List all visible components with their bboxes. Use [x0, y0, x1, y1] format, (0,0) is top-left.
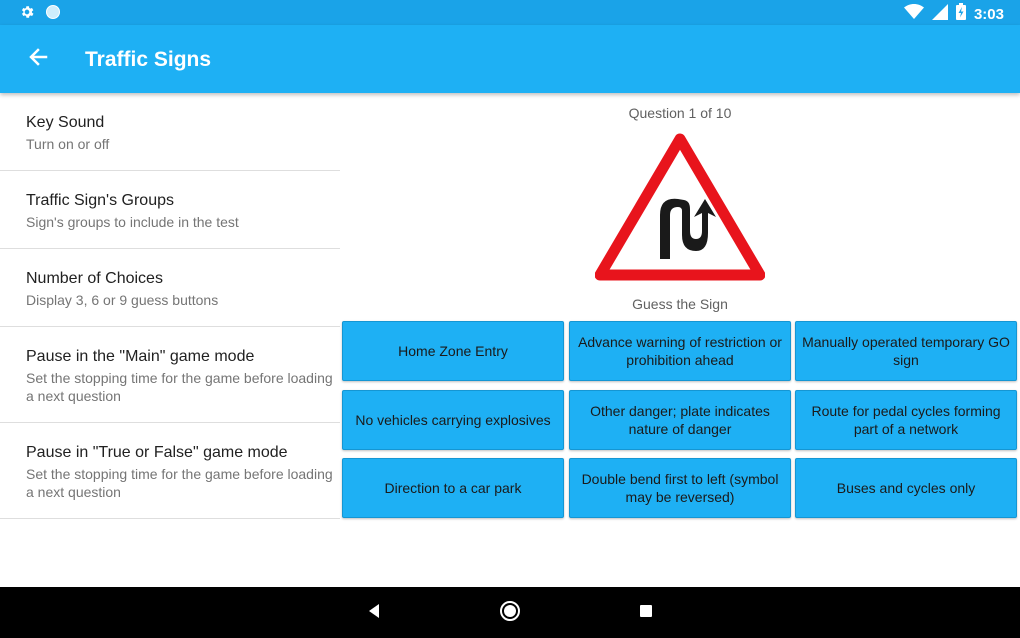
setting-title: Number of Choices	[26, 270, 163, 287]
app-title: Traffic Signs	[85, 48, 212, 71]
setting-title: Traffic Sign's Groups	[26, 192, 174, 209]
choice-button[interactable]: Home Zone Entry	[342, 321, 564, 381]
arrow-back-icon	[28, 47, 48, 72]
setting-summary: Set the stopping time for the game befor…	[26, 370, 333, 404]
wifi-icon	[903, 3, 924, 25]
choice-button[interactable]: Advance warning of restriction or prohib…	[569, 321, 791, 381]
choice-button[interactable]: Direction to a car park	[342, 458, 564, 518]
choice-button[interactable]: Other danger; plate indicates nature of …	[569, 390, 791, 450]
setting-summary: Sign's groups to include in the test	[26, 214, 239, 230]
nav-recents-button[interactable]	[634, 601, 658, 625]
choice-button[interactable]: Buses and cycles only	[795, 458, 1017, 518]
question-counter: Question 1 of 10	[628, 105, 732, 121]
status-right: 3:03	[903, 3, 1004, 25]
choice-button[interactable]: Manually operated temporary GO sign	[795, 321, 1017, 381]
app-bar: Traffic Signs	[0, 25, 1020, 93]
triangle-back-icon	[367, 603, 381, 624]
setting-summary: Turn on or off	[26, 136, 110, 152]
nav-back-button[interactable]	[362, 601, 386, 625]
setting-pause-true-false-mode[interactable]: Pause in "True or False" game mode Set t…	[0, 423, 340, 519]
guess-prompt: Guess the Sign	[632, 296, 728, 312]
setting-title: Pause in "True or False" game mode	[26, 444, 288, 461]
setting-number-of-choices[interactable]: Number of Choices Display 3, 6 or 9 gues…	[0, 249, 340, 327]
choice-button[interactable]: Double bend first to left (symbol may be…	[569, 458, 791, 518]
setting-summary: Display 3, 6 or 9 guess buttons	[26, 292, 219, 308]
setting-key-sound[interactable]: Key Sound Turn on or off	[0, 93, 340, 171]
status-time: 3:03	[973, 5, 1004, 23]
circle-home-icon	[499, 600, 521, 627]
back-button[interactable]	[22, 43, 54, 75]
setting-summary: Set the stopping time for the game befor…	[26, 466, 333, 500]
cell-signal-icon	[931, 3, 948, 25]
setting-title: Pause in the "Main" game mode	[26, 348, 255, 365]
square-recents-icon	[639, 604, 653, 623]
setting-pause-main-mode[interactable]: Pause in the "Main" game mode Set the st…	[0, 327, 340, 423]
status-bar: 3:03	[0, 0, 1020, 25]
setting-title: Key Sound	[26, 114, 105, 131]
choice-button[interactable]: No vehicles carrying explosives	[342, 390, 564, 450]
quiz-area: Question 1 of 10 Guess the Sign Home Zon…	[340, 93, 1020, 587]
circle-status-icon	[45, 4, 61, 25]
navigation-bar	[0, 587, 1020, 638]
double-bend-warning-sign-icon	[594, 131, 766, 283]
status-left	[19, 4, 61, 25]
settings-gear-icon	[19, 4, 35, 25]
battery-charging-icon	[955, 3, 966, 25]
setting-sign-groups[interactable]: Traffic Sign's Groups Sign's groups to i…	[0, 171, 340, 249]
settings-panel: Key Sound Turn on or off Traffic Sign's …	[0, 93, 340, 519]
choice-button[interactable]: Route for pedal cycles forming part of a…	[795, 390, 1017, 450]
nav-home-button[interactable]	[498, 600, 522, 627]
